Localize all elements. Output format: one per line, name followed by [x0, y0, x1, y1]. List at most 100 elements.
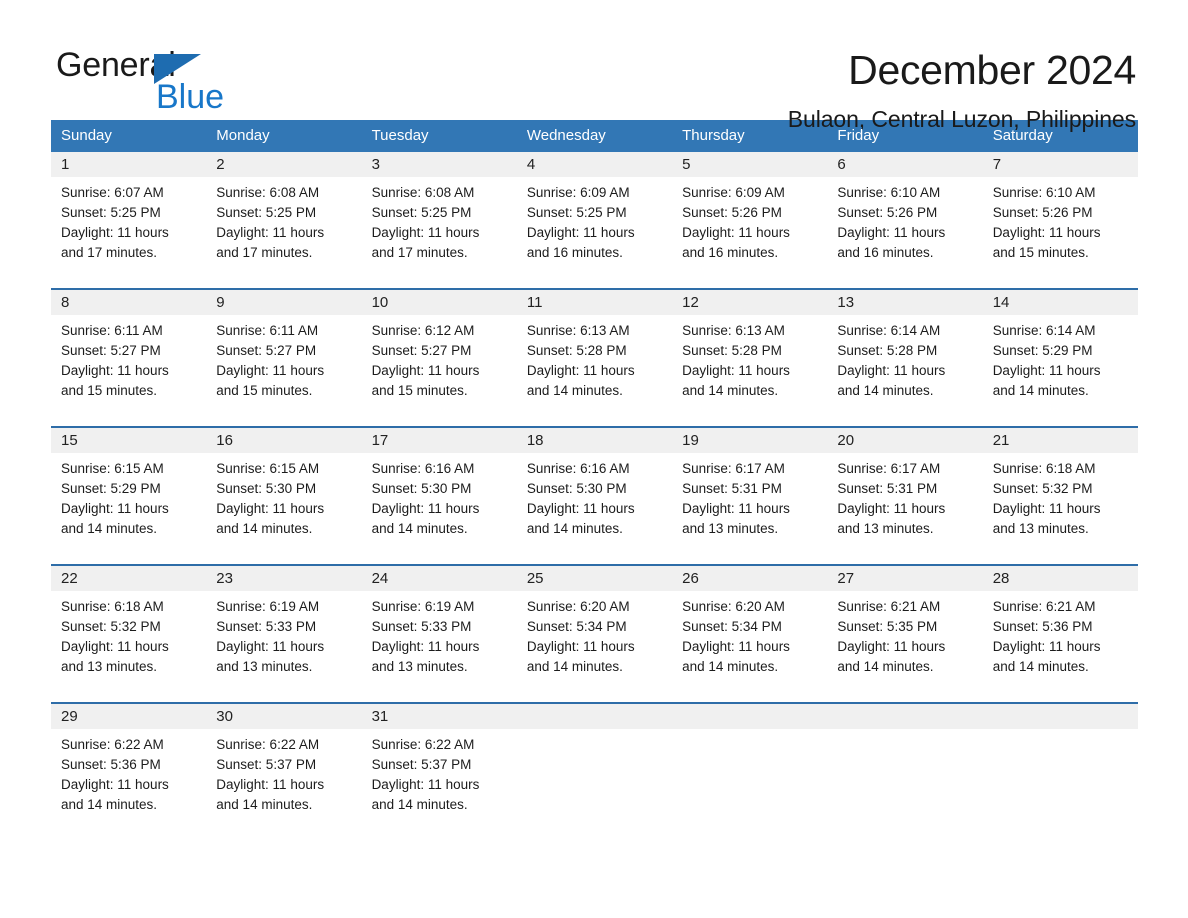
day-number[interactable]: 13 [827, 289, 983, 315]
sunset-text: Sunset: 5:32 PM [61, 619, 161, 634]
day-cell[interactable]: Sunrise: 6:21 AM Sunset: 5:35 PM Daylight:… [827, 591, 982, 681]
day-number[interactable]: 1 [51, 152, 207, 177]
day-cell[interactable]: Sunrise: 6:08 AM Sunset: 5:25 PM Daylight:… [206, 177, 361, 267]
week-separator-cell [51, 543, 1138, 566]
sunset-text: Sunset: 5:26 PM [837, 205, 938, 220]
daylight-text-line2: and 14 minutes. [526, 659, 623, 674]
week-separator-cell [51, 267, 1138, 290]
daylight-text-line1: Daylight: 11 hours [526, 225, 635, 240]
day-number[interactable]: 27 [827, 565, 983, 591]
day-cell[interactable]: Sunrise: 6:11 AM Sunset: 5:27 PM Daylight:… [51, 315, 206, 405]
calendar-container: Sunday Monday Tuesday Wednesday Thursday… [51, 120, 1138, 819]
day-cell[interactable]: Sunrise: 6:17 AM Sunset: 5:31 PM Daylight:… [827, 453, 982, 543]
day-cell[interactable]: Sunrise: 6:14 AM Sunset: 5:28 PM Daylight:… [827, 315, 982, 405]
day-number[interactable]: 17 [361, 427, 517, 453]
week-separator [51, 267, 1138, 290]
day-number[interactable]: 3 [361, 152, 517, 177]
sunrise-text: Sunrise: 6:11 AM [61, 323, 163, 338]
day-cell[interactable]: Sunrise: 6:22 AM Sunset: 5:36 PM Daylight:… [51, 729, 206, 819]
day-cell[interactable]: Sunrise: 6:22 AM Sunset: 5:37 PM Daylight:… [362, 729, 517, 819]
day-number[interactable]: 29 [51, 703, 207, 729]
day-number[interactable]: 18 [516, 427, 673, 453]
daylight-text-line2: and 13 minutes. [682, 521, 779, 536]
day-number[interactable]: 10 [361, 289, 517, 315]
day-number[interactable]: 9 [206, 289, 362, 315]
day-cell[interactable]: Sunrise: 6:18 AM Sunset: 5:32 PM Daylight:… [51, 591, 206, 681]
day-number-empty [982, 703, 1138, 729]
day-number[interactable]: 25 [516, 565, 673, 591]
day-number-row: 1234567 [51, 152, 1138, 177]
day-number[interactable]: 7 [982, 152, 1138, 177]
daylight-text-line1: Daylight: 11 hours [61, 363, 169, 378]
day-number[interactable]: 19 [672, 427, 828, 453]
day-cell[interactable]: Sunrise: 6:17 AM Sunset: 5:31 PM Daylight:… [672, 453, 827, 543]
sunset-text: Sunset: 5:32 PM [992, 481, 1093, 496]
day-number[interactable]: 26 [672, 565, 828, 591]
day-cell[interactable]: Sunrise: 6:09 AM Sunset: 5:26 PM Daylight:… [672, 177, 827, 267]
day-number[interactable]: 11 [516, 289, 673, 315]
page-title: December 2024 [848, 47, 1136, 93]
sunrise-text: Sunrise: 6:17 AM [682, 461, 785, 476]
day-cell[interactable]: Sunrise: 6:20 AM Sunset: 5:34 PM Daylight:… [672, 591, 827, 681]
day-cell[interactable]: Sunrise: 6:20 AM Sunset: 5:34 PM Daylight:… [517, 591, 672, 681]
day-number[interactable]: 15 [51, 427, 207, 453]
day-cell[interactable]: Sunrise: 6:18 AM Sunset: 5:32 PM Daylight:… [983, 453, 1138, 543]
daylight-text-line2: and 14 minutes. [837, 383, 934, 398]
day-number-row: 29 30 31 [51, 703, 1138, 729]
sunrise-text: Sunrise: 6:09 AM [682, 185, 785, 200]
day-cell[interactable]: Sunrise: 6:15 AM Sunset: 5:29 PM Daylight:… [51, 453, 206, 543]
day-cell[interactable]: Sunrise: 6:16 AM Sunset: 5:30 PM Daylight:… [362, 453, 517, 543]
day-number[interactable]: 6 [827, 152, 983, 177]
day-cell[interactable]: Sunrise: 6:21 AM Sunset: 5:36 PM Daylight:… [983, 591, 1138, 681]
day-number[interactable]: 23 [206, 565, 362, 591]
day-cell[interactable]: Sunrise: 6:13 AM Sunset: 5:28 PM Daylight:… [517, 315, 672, 405]
day-cell[interactable]: Sunrise: 6:09 AM Sunset: 5:25 PM Daylight:… [517, 177, 672, 267]
day-cell[interactable]: Sunrise: 6:11 AM Sunset: 5:27 PM Daylight:… [206, 315, 361, 405]
sunrise-text: Sunrise: 6:19 AM [216, 599, 320, 614]
day-info-row: Sunrise: 6:15 AM Sunset: 5:29 PM Daylight:… [51, 453, 1138, 543]
daylight-text-line2: and 15 minutes. [216, 383, 313, 398]
day-info-row: Sunrise: 6:18 AM Sunset: 5:32 PM Daylight:… [51, 591, 1138, 681]
daylight-text-line2: and 14 minutes. [837, 659, 934, 674]
sunrise-text: Sunrise: 6:18 AM [992, 461, 1096, 476]
sunrise-text: Sunrise: 6:22 AM [61, 737, 164, 752]
daylight-text-line2: and 16 minutes. [526, 245, 623, 260]
day-number[interactable]: 4 [516, 152, 673, 177]
sunset-text: Sunset: 5:26 PM [992, 205, 1093, 220]
day-cell[interactable]: Sunrise: 6:22 AM Sunset: 5:37 PM Daylight:… [206, 729, 361, 819]
day-number[interactable]: 20 [827, 427, 983, 453]
day-cell[interactable]: Sunrise: 6:19 AM Sunset: 5:33 PM Daylight:… [362, 591, 517, 681]
day-number[interactable]: 12 [672, 289, 828, 315]
day-cell[interactable]: Sunrise: 6:14 AM Sunset: 5:29 PM Daylight:… [983, 315, 1138, 405]
day-number[interactable]: 14 [982, 289, 1138, 315]
daylight-text-line1: Daylight: 11 hours [992, 363, 1101, 378]
day-cell[interactable]: Sunrise: 6:10 AM Sunset: 5:26 PM Daylight:… [983, 177, 1138, 267]
day-cell[interactable]: Sunrise: 6:19 AM Sunset: 5:33 PM Daylight:… [206, 591, 361, 681]
sunrise-text: Sunrise: 6:14 AM [992, 323, 1096, 338]
day-cell[interactable]: Sunrise: 6:13 AM Sunset: 5:28 PM Daylight:… [672, 315, 827, 405]
sunset-text: Sunset: 5:25 PM [371, 205, 472, 220]
logo-text-blue: Blue [156, 78, 225, 116]
day-number[interactable]: 24 [361, 565, 517, 591]
day-cell[interactable]: Sunrise: 6:10 AM Sunset: 5:26 PM Daylight:… [827, 177, 982, 267]
day-number[interactable]: 30 [206, 703, 362, 729]
day-cell[interactable]: Sunrise: 6:08 AM Sunset: 5:25 PM Daylight:… [362, 177, 517, 267]
day-number[interactable]: 16 [206, 427, 362, 453]
daylight-text-line2: and 15 minutes. [371, 383, 468, 398]
day-number[interactable]: 22 [51, 565, 207, 591]
generalblue-logo[interactable]: General Blue [56, 48, 286, 118]
day-cell[interactable]: Sunrise: 6:07 AM Sunset: 5:25 PM Daylight:… [51, 177, 206, 267]
day-number[interactable]: 21 [982, 427, 1138, 453]
day-number[interactable]: 28 [982, 565, 1138, 591]
daylight-text-line2: and 14 minutes. [216, 797, 313, 812]
day-number[interactable]: 31 [361, 703, 517, 729]
day-number[interactable]: 5 [672, 152, 828, 177]
day-number[interactable]: 2 [206, 152, 362, 177]
day-cell[interactable]: Sunrise: 6:12 AM Sunset: 5:27 PM Daylight:… [362, 315, 517, 405]
day-cell[interactable]: Sunrise: 6:15 AM Sunset: 5:30 PM Daylight:… [206, 453, 361, 543]
day-number[interactable]: 8 [51, 289, 207, 315]
day-info-row: Sunrise: 6:22 AM Sunset: 5:36 PM Daylight:… [51, 729, 1138, 819]
sunset-text: Sunset: 5:25 PM [61, 205, 161, 220]
sunset-text: Sunset: 5:26 PM [682, 205, 782, 220]
day-cell[interactable]: Sunrise: 6:16 AM Sunset: 5:30 PM Daylight:… [517, 453, 672, 543]
